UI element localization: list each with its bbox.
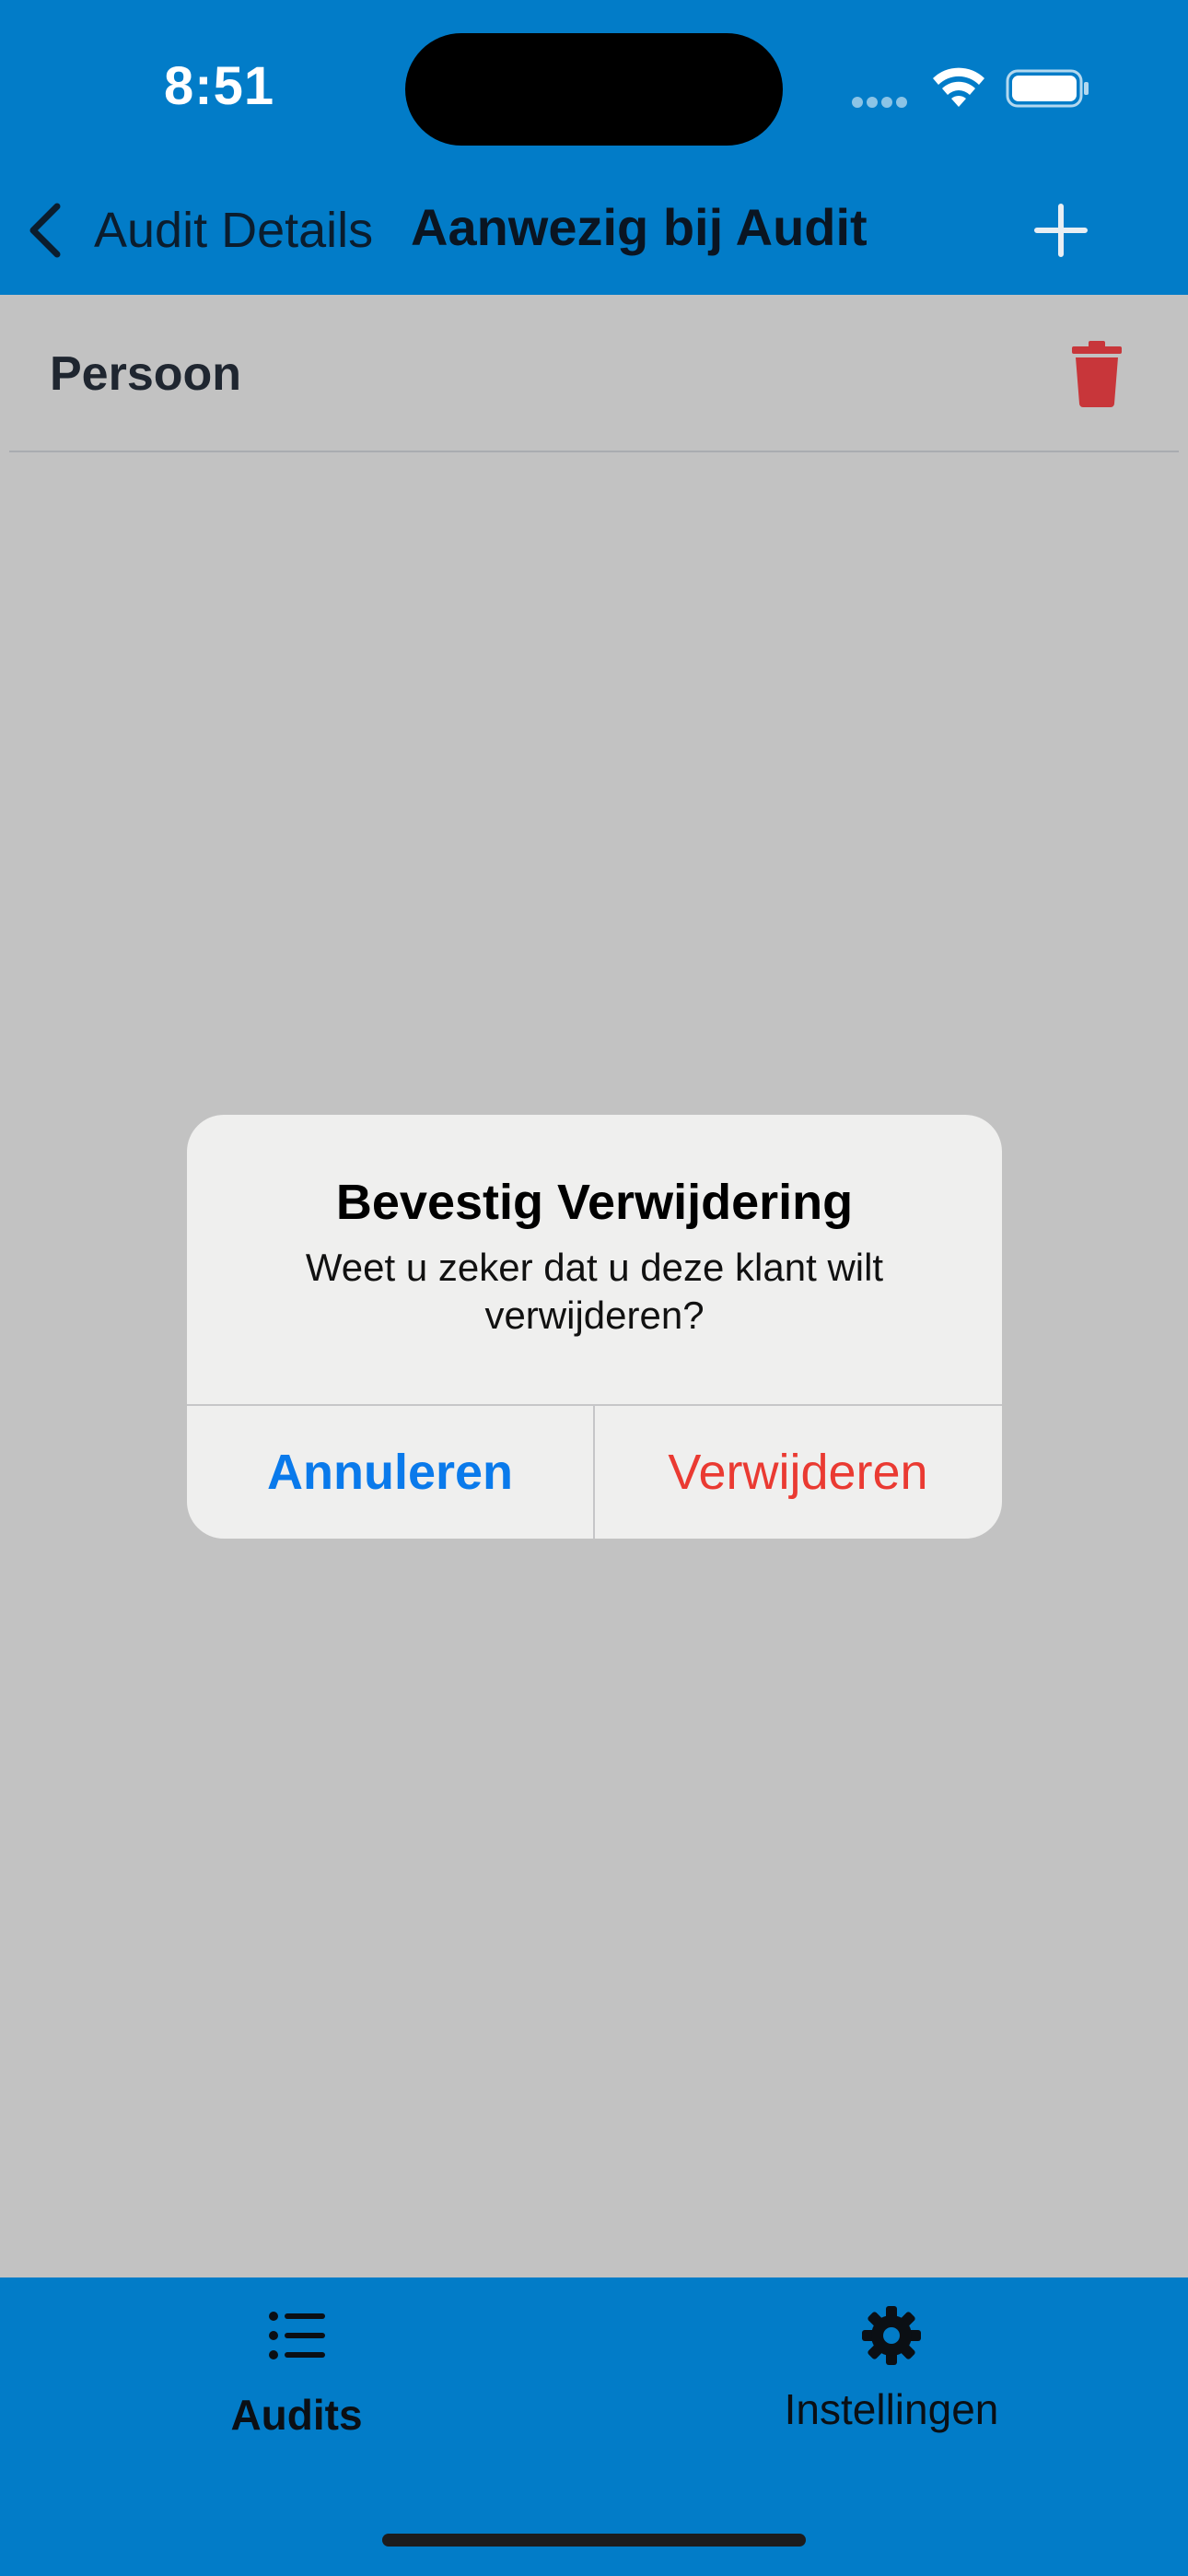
dialog-message: Weet u zeker dat u deze klant wilt verwi…	[305, 1246, 884, 1337]
tab-settings-label: Instellingen	[784, 2385, 999, 2433]
tab-bar: Audits Instellingen	[0, 2277, 1188, 2576]
tab-audits[interactable]: Audits	[112, 2303, 481, 2460]
gear-icon	[862, 2306, 921, 2365]
delete-button[interactable]: Verwijderen	[595, 1406, 1001, 1539]
back-button-label: Audit Details	[94, 203, 374, 258]
status-time: 8:51	[164, 56, 275, 116]
row-divider	[9, 451, 1179, 452]
page-title: Aanwezig bij Audit	[411, 198, 868, 256]
header: 8:51 Audit Details Aanwezig bij Audit	[0, 0, 1188, 295]
cancel-button[interactable]: Annuleren	[187, 1406, 593, 1539]
list-item: Persoon	[0, 295, 1188, 451]
trash-icon[interactable]	[1070, 341, 1124, 407]
battery-icon	[1006, 69, 1089, 108]
dialog-title: Bevestig Verwijdering	[335, 1175, 854, 1230]
home-indicator	[382, 2534, 806, 2547]
confirm-delete-dialog: Bevestig Verwijdering Weet u zeker dat u…	[187, 1115, 1002, 1539]
tab-audits-label: Audits	[230, 2391, 363, 2439]
list-icon	[269, 2312, 325, 2359]
list-item-label: Persoon	[50, 347, 242, 401]
chevron-left-icon	[29, 203, 61, 258]
back-button[interactable]: Audit Details	[24, 193, 373, 267]
tab-settings[interactable]: Instellingen	[707, 2303, 1076, 2460]
dynamic-island	[405, 33, 783, 146]
signal-dots-icon	[852, 96, 913, 109]
wifi-icon	[933, 67, 984, 107]
screen: 8:51 Audit Details Aanwezig bij Audit Pe…	[0, 0, 1188, 2576]
plus-icon[interactable]	[1031, 201, 1090, 260]
